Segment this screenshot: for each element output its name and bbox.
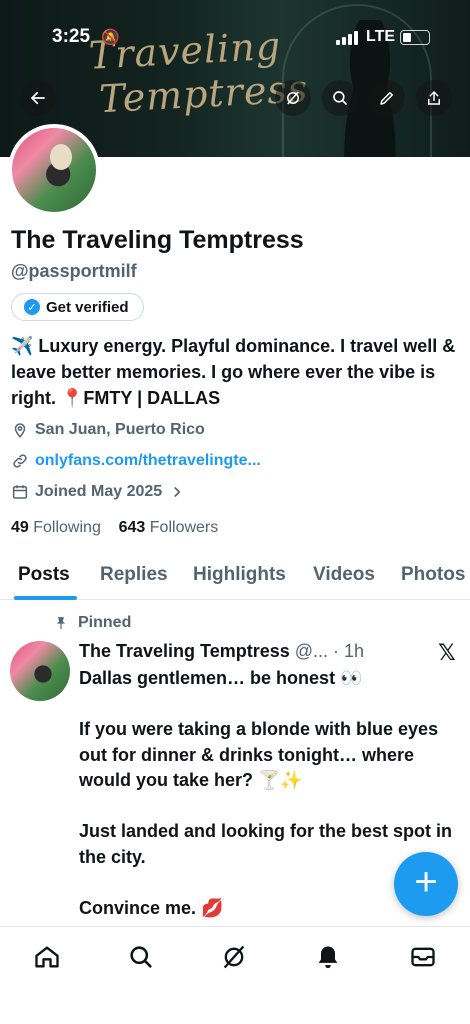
signal-icon [336, 31, 358, 45]
profile-handle: @passportmilf [11, 261, 137, 281]
profile-bio: ✈️ Luxury energy. Playful dominance. I t… [11, 336, 456, 408]
followers-count: 643 [118, 519, 146, 536]
edit-button[interactable] [369, 80, 405, 116]
tab-highlights[interactable]: Highlights [193, 564, 286, 586]
pencil-icon [380, 92, 393, 105]
profile-joined[interactable]: Joined May 2025 [11, 483, 186, 501]
post-header: The Traveling Temptress @... · 1h [79, 641, 364, 662]
bottom-navigation [0, 926, 470, 1024]
share-button[interactable] [416, 80, 452, 116]
get-verified-label: Get verified [46, 298, 129, 316]
profile-link[interactable]: onlyfans.com/thetravelingte... [11, 452, 261, 470]
pin-icon [56, 617, 66, 629]
profile-location: San Juan, Puerto Rico [11, 421, 205, 439]
search-icon [333, 91, 347, 105]
following-link[interactable]: 49 Following [11, 519, 101, 536]
verified-badge-icon: ✓ [24, 299, 40, 315]
status-bar: 3:25 🔕 LTE [0, 26, 470, 52]
home-icon [35, 946, 59, 968]
following-label: Following [33, 519, 101, 536]
grok-icon [287, 91, 299, 105]
silent-mode-icon: 🔕 [101, 29, 120, 46]
mail-icon [411, 947, 435, 967]
nav-search[interactable] [127, 943, 155, 971]
tab-photos[interactable]: Photos [401, 564, 465, 586]
nav-home[interactable] [33, 943, 61, 971]
tab-videos[interactable]: Videos [313, 564, 375, 586]
joined-text: Joined May 2025 [35, 483, 163, 500]
compose-post-button[interactable]: + [394, 852, 458, 916]
nav-grok[interactable] [220, 943, 248, 971]
profile-tabs: Posts Replies Highlights Videos Photos [0, 560, 470, 600]
search-icon [130, 946, 152, 968]
link-icon [13, 454, 27, 468]
chevron-right-icon [174, 486, 181, 498]
battery-icon [400, 30, 430, 45]
nav-notifications[interactable] [314, 943, 342, 971]
post-meta: @... · 1h [289, 641, 365, 661]
nav-messages[interactable] [409, 943, 437, 971]
post-avatar[interactable] [10, 641, 70, 701]
pinned-indicator: Pinned [54, 614, 131, 632]
share-icon [428, 90, 440, 105]
x-logo-icon: 𝕏 [438, 640, 456, 665]
status-time: 3:25 [52, 26, 91, 47]
bell-icon [318, 946, 338, 969]
search-button[interactable] [322, 80, 358, 116]
back-button[interactable] [20, 80, 56, 116]
followers-link[interactable]: 643 Followers [119, 519, 219, 536]
post-author[interactable]: The Traveling Temptress [79, 641, 290, 661]
arrow-left-icon [30, 91, 45, 105]
active-tab-indicator [14, 596, 77, 600]
followers-label: Followers [149, 519, 219, 536]
link-text[interactable]: onlyfans.com/thetravelingte... [35, 452, 261, 470]
tab-replies[interactable]: Replies [100, 564, 168, 586]
profile-name: The Traveling Temptress [11, 226, 304, 254]
grok-button[interactable] [275, 80, 311, 116]
tab-posts[interactable]: Posts [18, 564, 70, 586]
location-text: San Juan, Puerto Rico [35, 421, 205, 438]
profile-avatar[interactable] [8, 124, 100, 216]
get-verified-button[interactable]: ✓ Get verified [11, 293, 144, 321]
calendar-icon [12, 485, 28, 499]
following-count: 49 [11, 519, 29, 536]
pinned-label: Pinned [78, 614, 132, 631]
network-label: LTE [366, 28, 396, 45]
location-pin-icon [14, 423, 26, 438]
grok-icon [223, 945, 245, 969]
follow-stats: 49 Following 643 Followers [11, 519, 218, 537]
